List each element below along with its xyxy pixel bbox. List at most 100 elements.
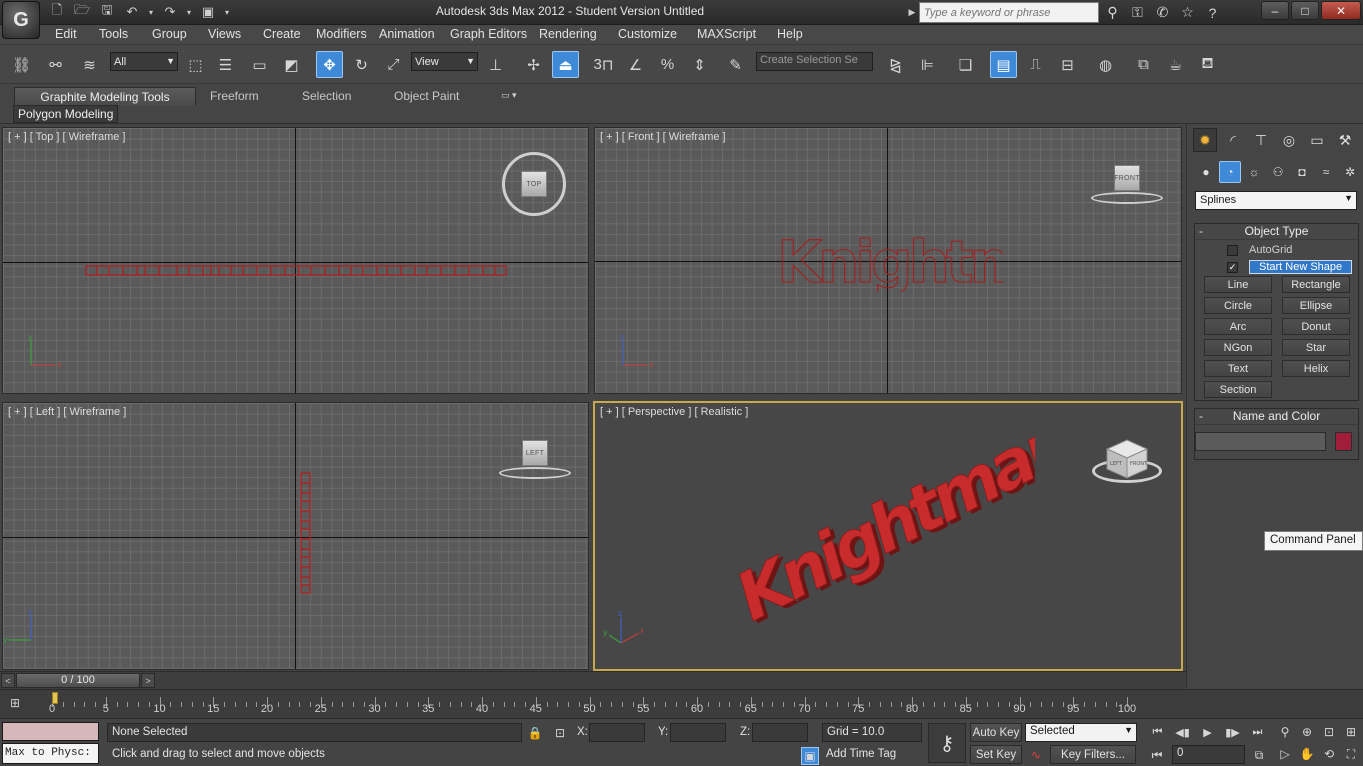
menu-views[interactable]: Views — [208, 27, 241, 41]
z-coordinate-input[interactable] — [752, 723, 808, 742]
cameras-icon[interactable]: ⚇ — [1267, 161, 1289, 183]
viewcube-3d[interactable]: LEFT FRONT — [1104, 437, 1150, 481]
rendered-frame-window-icon[interactable]: ☕ — [1162, 51, 1189, 78]
maxscript-listener-output[interactable] — [2, 722, 99, 741]
menu-customize[interactable]: Customize — [618, 27, 677, 41]
ellipse-button[interactable]: Ellipse — [1282, 297, 1350, 314]
viewport-front[interactable]: KnightmarE FRONT x z [ + ] [ Front ] [ W… — [594, 127, 1182, 394]
menu-animation[interactable]: Animation — [379, 27, 435, 41]
viewport-front-label[interactable]: [ + ] [ Front ] [ Wireframe ] — [600, 131, 726, 143]
help-icon[interactable]: ? — [1201, 2, 1224, 23]
set-key-button[interactable]: Set Key — [970, 745, 1022, 764]
ngon-button[interactable]: NGon — [1204, 339, 1272, 356]
object-color-swatch[interactable] — [1335, 432, 1352, 451]
key-filters-button[interactable]: Key Filters... — [1050, 745, 1136, 764]
time-configuration-icon[interactable]: ⧉ — [1250, 746, 1268, 764]
viewcube-front[interactable]: FRONT — [1091, 164, 1163, 204]
lights-icon[interactable]: ☼ — [1243, 161, 1265, 183]
display-tab-icon[interactable]: ▭ — [1305, 128, 1329, 152]
select-object-icon[interactable]: ⬚ — [182, 51, 209, 78]
next-frame-button[interactable]: > — [141, 673, 155, 688]
scene-object-perspective[interactable]: KnightmarE KnightmarE — [735, 423, 1035, 643]
rectangle-button[interactable]: Rectangle — [1282, 276, 1350, 293]
line-button[interactable]: Line — [1204, 276, 1272, 293]
auto-key-button[interactable]: Auto Key — [970, 723, 1022, 742]
subscription-key-icon[interactable]: ⚿ — [1126, 2, 1149, 23]
ribbon-options-icon[interactable]: ▭ ▾ — [501, 90, 525, 103]
tab-selection[interactable]: Selection — [294, 87, 359, 106]
keyboard-shortcut-override-icon[interactable]: ⏏ — [552, 51, 579, 78]
window-crossing-icon[interactable]: ◩ — [278, 51, 305, 78]
menu-edit[interactable]: Edit — [55, 27, 77, 41]
utilities-tab-icon[interactable]: ⚒ — [1333, 128, 1357, 152]
material-editor-icon[interactable]: ◍ — [1092, 51, 1119, 78]
geometry-icon[interactable]: ● — [1195, 161, 1217, 183]
object-name-field[interactable] — [1195, 432, 1326, 451]
maximize-viewport-icon[interactable]: ⛶ — [1340, 744, 1362, 764]
maximize-button[interactable]: □ — [1291, 1, 1319, 20]
time-tag-icon[interactable]: ▣ — [801, 747, 819, 765]
time-slider[interactable]: < 0 / 100 > — [0, 671, 1186, 689]
rectangular-selection-icon[interactable]: ▭ — [246, 51, 273, 78]
zoom-icon[interactable]: ⚲ — [1274, 722, 1296, 742]
rollout-name-and-color-header[interactable]: - Name and Color — [1195, 409, 1358, 425]
circle-button[interactable]: Circle — [1204, 297, 1272, 314]
field-of-view-icon[interactable]: ▷ — [1274, 744, 1296, 764]
current-frame-marker[interactable] — [52, 692, 58, 704]
select-and-manipulate-icon[interactable]: ✢ — [520, 51, 547, 78]
menu-tools[interactable]: Tools — [99, 27, 128, 41]
zoom-extents-icon[interactable]: ⊡ — [1318, 722, 1340, 742]
scene-object-left-wireframe[interactable] — [299, 471, 313, 597]
pan-view-icon[interactable]: ✋ — [1296, 744, 1318, 764]
angle-snap-icon[interactable]: ∠ — [622, 51, 649, 78]
application-button[interactable]: G — [2, 1, 40, 39]
x-coordinate-input[interactable] — [589, 723, 645, 742]
select-and-move-icon[interactable]: ✥ — [316, 51, 343, 78]
zoom-all-icon[interactable]: ⊕ — [1296, 722, 1318, 742]
default-tangents-icon[interactable]: ∿ — [1027, 746, 1045, 764]
viewport-top-label[interactable]: [ + ] [ Top ] [ Wireframe ] — [8, 131, 125, 143]
communication-center-icon[interactable]: ✆ — [1151, 2, 1174, 23]
donut-button[interactable]: Donut — [1282, 318, 1350, 335]
unlink-selection-icon[interactable]: ⚯ — [42, 51, 69, 78]
scene-object-front-wireframe[interactable]: KnightmarE — [773, 228, 1003, 292]
viewport-perspective-label[interactable]: [ + ] [ Perspective ] [ Realistic ] — [600, 406, 748, 418]
object-category-dropdown[interactable]: Splines ▼ — [1195, 191, 1357, 210]
menu-maxscript[interactable]: MAXScript — [697, 27, 756, 41]
maxscript-listener-input[interactable]: Max to Physc: — [2, 743, 99, 764]
previous-key-icon[interactable]: ◀▮ — [1171, 723, 1194, 742]
tab-object-paint[interactable]: Object Paint — [386, 87, 467, 106]
play-icon[interactable]: ▶ — [1196, 723, 1219, 742]
create-tab-icon[interactable]: ✹ — [1193, 128, 1217, 152]
track-bar[interactable]: ⊞ 0 5 10 15 20 25 30 35 40 45 50 55 60 65 70 75 80 85 90 95… — [0, 689, 1363, 718]
star-button[interactable]: Star — [1282, 339, 1350, 356]
bind-to-space-warp-icon[interactable]: ≋ — [76, 51, 103, 78]
schematic-view-icon[interactable]: ⊟ — [1054, 51, 1081, 78]
absolute-mode-transform-icon[interactable]: ⊡ — [551, 724, 569, 742]
reference-coordinate-dropdown[interactable]: View ▼ — [411, 52, 478, 71]
viewcube-face[interactable]: LEFT — [522, 440, 548, 466]
search-expand-icon[interactable]: ▶ — [906, 2, 918, 22]
binoculars-icon[interactable]: ⚲ — [1101, 2, 1124, 23]
start-new-shape-checkbox[interactable]: ✓ — [1227, 261, 1238, 273]
text-button[interactable]: Text — [1204, 360, 1272, 377]
menu-graph-editors[interactable]: Graph Editors — [450, 27, 527, 41]
layer-manager-icon[interactable]: ❏ — [952, 51, 979, 78]
viewcube-top[interactable]: TOP — [499, 150, 569, 218]
close-button[interactable]: ✕ — [1321, 1, 1361, 20]
frame-ruler[interactable]: 0 5 10 15 20 25 30 35 40 45 50 55 60 65 70 75 80 85 90 95 10… — [49, 690, 1136, 719]
panel-polygon-modeling[interactable]: Polygon Modeling — [13, 105, 119, 123]
autogrid-checkbox[interactable] — [1227, 244, 1238, 256]
minimize-button[interactable]: – — [1261, 1, 1289, 20]
arc-button[interactable]: Arc — [1204, 318, 1272, 335]
mirror-icon[interactable]: ⧎ — [882, 51, 909, 78]
select-and-rotate-icon[interactable]: ↻ — [348, 51, 375, 78]
go-to-end-icon[interactable]: ⏭ — [1246, 723, 1269, 742]
helpers-icon[interactable]: ◘ — [1291, 161, 1313, 183]
edit-named-selection-icon[interactable]: ✎ — [722, 51, 749, 78]
infocenter-search-input[interactable] — [919, 2, 1099, 23]
space-warps-icon[interactable]: ≈ — [1315, 161, 1337, 183]
menu-modifiers[interactable]: Modifiers — [316, 27, 367, 41]
graphite-toggle-icon[interactable]: ▤ — [990, 51, 1017, 78]
start-new-shape-label[interactable]: Start New Shape — [1249, 260, 1353, 274]
